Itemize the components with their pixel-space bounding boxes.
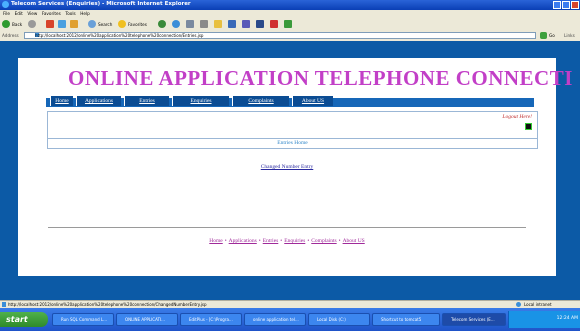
stop-icon <box>46 20 54 28</box>
history-icon <box>172 20 180 28</box>
footer-separator: • <box>224 238 227 244</box>
intranet-icon <box>516 302 521 307</box>
footer-links: Home • Applications • Entries • Enquiries • Comp… <box>18 238 556 244</box>
messenger-icon <box>256 20 264 28</box>
footer-separator: • <box>338 238 341 244</box>
nav-home[interactable]: Home <box>50 96 73 106</box>
forward-button[interactable] <box>28 19 36 29</box>
footer-entries[interactable]: Entries <box>263 238 279 244</box>
footer-separator: • <box>307 238 310 244</box>
title-bar: Telecom Services (Enquiries) - Microsoft… <box>0 0 580 10</box>
menu-help[interactable]: Help <box>80 10 90 17</box>
star-icon <box>118 20 126 28</box>
address-input[interactable]: http://localhost:2012/online%20applicati… <box>24 32 536 39</box>
site-title: ONLINE APPLICATION TELEPHONE CONNECTI <box>68 66 573 90</box>
task-telecom[interactable]: Telecom Services (E... <box>442 313 506 326</box>
extension-button[interactable] <box>284 19 292 29</box>
footer-complaints[interactable]: Complaints <box>311 238 336 244</box>
nav-applications[interactable]: Applications <box>76 96 121 106</box>
messenger-button[interactable] <box>256 19 264 29</box>
search-icon <box>88 20 96 28</box>
ie-icon <box>2 1 9 8</box>
go-icon[interactable] <box>540 32 547 39</box>
zone-label: Local intranet <box>524 302 552 307</box>
browser-viewport: ONLINE APPLICATION TELEPHONE CONNECTI Ho… <box>0 41 580 300</box>
task-sql[interactable]: Run SQL Command L... <box>52 313 114 326</box>
nav-complaints[interactable]: Complaints <box>232 96 289 106</box>
footer-enquiries[interactable]: Enquiries <box>284 238 305 244</box>
print-icon <box>200 20 208 28</box>
footer-about-us[interactable]: About US <box>343 238 365 244</box>
media-icon <box>158 20 166 28</box>
address-label: Address <box>2 33 19 38</box>
panel-divider <box>48 138 537 139</box>
section-title: Entries Home <box>277 140 308 146</box>
print-button[interactable] <box>200 19 208 29</box>
back-button[interactable]: Back <box>2 19 22 29</box>
task-online-folder[interactable]: online application tel... <box>244 313 306 326</box>
mail-icon <box>186 20 194 28</box>
menu-favorites[interactable]: Favorites <box>42 10 61 17</box>
menu-tools[interactable]: Tools <box>65 10 75 17</box>
search-button[interactable]: Search <box>88 19 112 29</box>
extension-icon <box>284 20 292 28</box>
footer-applications[interactable]: Applications <box>229 238 257 244</box>
changed-number-entry-link[interactable]: Changed Number Entry <box>18 164 556 170</box>
window-title: Telecom Services (Enquiries) - Microsoft… <box>11 1 191 7</box>
menu-view[interactable]: View <box>27 10 37 17</box>
history-button[interactable] <box>172 19 180 29</box>
menu-bar: File Edit View Favorites Tools Help <box>0 10 580 17</box>
menu-edit[interactable]: Edit <box>15 10 23 17</box>
toolbar: Back Search Favorites <box>0 17 580 32</box>
research-button[interactable] <box>242 19 250 29</box>
footer-separator: • <box>280 238 283 244</box>
minimize-button[interactable] <box>553 1 561 9</box>
tools-icon <box>270 20 278 28</box>
go-button[interactable]: Go <box>549 33 555 38</box>
back-arrow-icon <box>2 20 10 28</box>
system-tray: 12:24 AM <box>508 311 580 328</box>
nav-entries[interactable]: Entries <box>124 96 169 106</box>
nav-enquiries[interactable]: Enquiries <box>172 96 229 106</box>
home-icon <box>70 20 78 28</box>
status-text: http://localhost:2012/online%20applicati… <box>8 302 207 307</box>
edit-button[interactable] <box>214 19 222 29</box>
discuss-icon <box>228 20 236 28</box>
favorites-button[interactable]: Favorites <box>118 19 147 29</box>
page-status-icon <box>2 302 6 307</box>
links-button[interactable]: Links <box>564 33 575 38</box>
footer-separator: • <box>258 238 261 244</box>
entries-panel: Logout Here! Entries Home <box>47 111 538 149</box>
taskbar: start Run SQL Command L... ONLINE APPLIC… <box>0 308 580 331</box>
refresh-icon <box>58 20 66 28</box>
refresh-button[interactable] <box>58 19 66 29</box>
folder-icon <box>214 20 222 28</box>
forward-arrow-icon <box>28 20 36 28</box>
maximize-button[interactable] <box>562 1 570 9</box>
logout-link[interactable]: Logout Here! <box>502 114 532 120</box>
task-tomcat[interactable]: Shortcut to tomcat5 <box>372 313 440 326</box>
tools-button[interactable] <box>270 19 278 29</box>
footer-divider <box>48 227 526 228</box>
nav-bar: Home Applications Entries Enquiries Comp… <box>46 96 534 107</box>
mail-button[interactable] <box>186 19 194 29</box>
home-icon[interactable] <box>525 123 532 130</box>
address-url: http://localhost:2012/online%20applicati… <box>35 33 204 38</box>
start-button[interactable]: start <box>0 312 48 327</box>
home-button[interactable] <box>70 19 78 29</box>
footer-home[interactable]: Home <box>209 238 222 244</box>
stop-button[interactable] <box>46 19 54 29</box>
task-editplus[interactable]: EditPlus - [C:\Progra... <box>180 313 242 326</box>
clock: 12:24 AM <box>556 316 578 321</box>
task-online-app[interactable]: ONLINE APPLICATI... <box>116 313 178 326</box>
discuss-button[interactable] <box>228 19 236 29</box>
media-button[interactable] <box>158 19 166 29</box>
research-icon <box>242 20 250 28</box>
nav-about-us[interactable]: About US <box>292 96 333 106</box>
close-button[interactable] <box>571 1 579 9</box>
page-container: ONLINE APPLICATION TELEPHONE CONNECTI Ho… <box>18 58 572 276</box>
task-local-disk[interactable]: Local Disk (C:) <box>308 313 370 326</box>
menu-file[interactable]: File <box>3 10 10 17</box>
